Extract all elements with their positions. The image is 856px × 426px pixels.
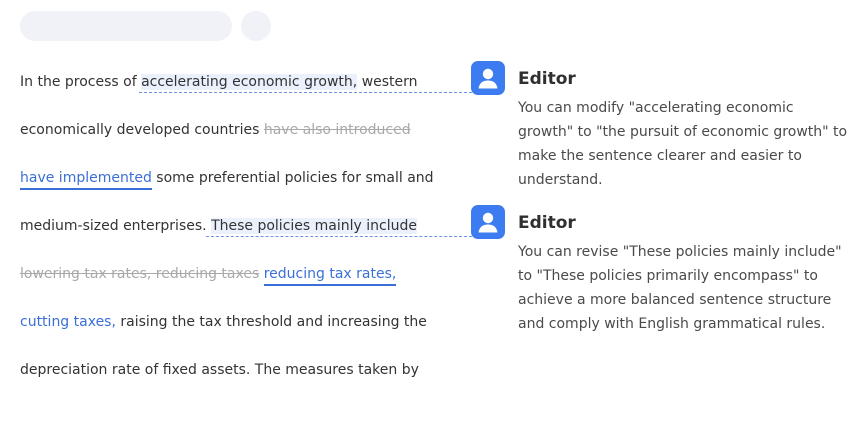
text-line: economically developed countries have al… xyxy=(20,118,411,142)
text-line: depreciation rate of fixed assets. The m… xyxy=(20,358,419,382)
deleted-text[interactable]: lowering tax rates, reducing taxes xyxy=(20,266,259,282)
plain-text: medium-sized enterprises. xyxy=(20,218,212,234)
comment-connector-line xyxy=(139,92,472,93)
comment-author: Editor xyxy=(518,213,576,233)
inserted-text[interactable]: have implemented xyxy=(20,170,152,190)
text-line: medium-sized enterprises. These policies… xyxy=(20,214,417,238)
loading-placeholder-bar xyxy=(20,11,232,41)
person-icon xyxy=(478,212,498,233)
plain-text: raising the tax threshold and increasing… xyxy=(115,314,427,330)
comment-card[interactable]: Editor You can modify "accelerating econ… xyxy=(518,66,848,192)
person-icon xyxy=(478,68,498,89)
comment-card[interactable]: Editor You can revise "These policies ma… xyxy=(518,210,848,336)
comment-author: Editor xyxy=(518,69,576,89)
plain-text: some preferential policies for small and xyxy=(151,170,434,186)
inserted-text[interactable]: reducing tax rates, xyxy=(263,266,397,286)
comment-text: You can revise "These policies mainly in… xyxy=(518,244,842,332)
text-line: have implemented some preferential polic… xyxy=(20,166,434,190)
plain-text: In the process of xyxy=(20,74,142,90)
plain-text: western xyxy=(357,74,418,90)
text-line: In the process of accelerating economic … xyxy=(20,70,418,94)
text-line: lowering tax rates, reducing taxes reduc… xyxy=(20,262,397,286)
text-line: cutting taxes, raising the tax threshold… xyxy=(20,310,427,334)
inserted-text[interactable]: cutting taxes, xyxy=(20,314,116,330)
plain-text: economically developed countries xyxy=(20,122,264,138)
comment-text: You can modify "accelerating economic gr… xyxy=(518,100,848,188)
deleted-text[interactable]: have also introduced xyxy=(264,122,411,138)
user-avatar-icon[interactable] xyxy=(471,205,505,239)
plain-text: depreciation rate of fixed assets. The m… xyxy=(20,362,419,378)
commented-text-highlight[interactable]: These policies mainly include xyxy=(211,218,417,234)
comment-connector-line xyxy=(206,236,472,237)
commented-text-highlight[interactable]: accelerating economic growth, xyxy=(141,74,358,90)
loading-placeholder-dot xyxy=(241,11,271,41)
user-avatar-icon[interactable] xyxy=(471,61,505,95)
